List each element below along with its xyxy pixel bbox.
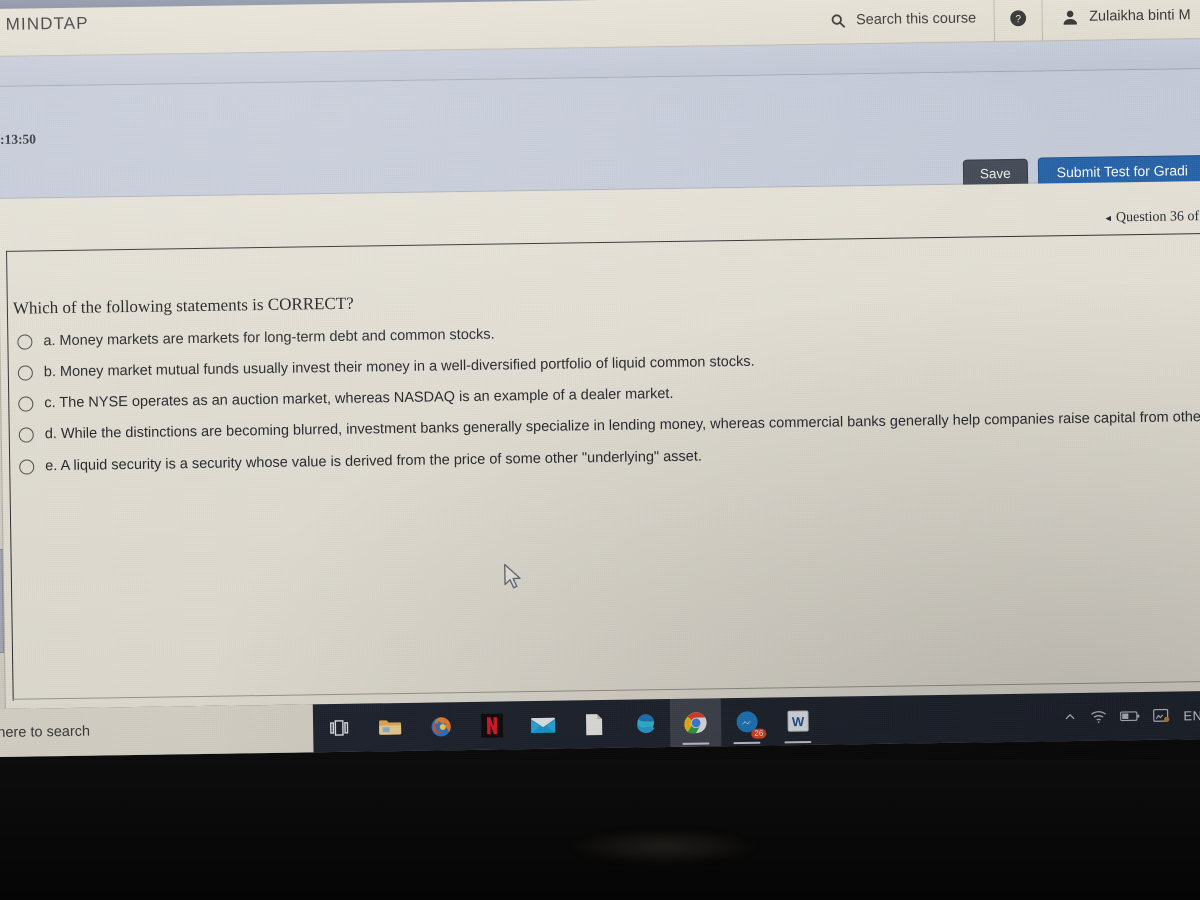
radio-button-a[interactable] [17, 334, 33, 350]
file-explorer-button[interactable] [364, 703, 416, 752]
file-explorer-icon [377, 717, 401, 737]
answer-choice-b-text: b. Money market mutual funds usually inv… [43, 353, 755, 381]
show-hidden-icons-chevron-up-icon[interactable] [1063, 710, 1077, 724]
assignment-header-band: ian 1 aining: 1:13:50 Save Submit Test f… [0, 68, 1200, 200]
messenger-badge: 26 [751, 728, 767, 739]
wifi-icon[interactable] [1090, 710, 1107, 724]
scrollbar-thumb[interactable] [0, 548, 4, 654]
question-content-area: ◂ Question 36 of 5 Which of the following… [0, 180, 1200, 730]
radio-button-d[interactable] [18, 427, 34, 444]
mindtap-logo-text: MINDTAP [5, 13, 89, 34]
answer-choice-d[interactable]: d. While the distinctions are becoming b… [18, 408, 1200, 444]
user-avatar-icon [1061, 7, 1080, 26]
answer-choice-e[interactable]: e. A liquid security is a security whose… [19, 439, 1200, 475]
taskbar-search-box[interactable]: pe here to search [0, 704, 314, 758]
word-button[interactable]: W [772, 697, 824, 746]
chrome-button[interactable] [669, 698, 722, 748]
answer-choice-c[interactable]: c. The NYSE operates as an auction marke… [18, 377, 1200, 413]
system-tray: ENG [1063, 691, 1200, 741]
firefox-icon [428, 714, 452, 738]
taskbar-search-placeholder: pe here to search [0, 723, 91, 742]
search-this-course-label: Search this course [855, 10, 977, 29]
mindtap-logo-area[interactable]: MINDTAP [0, 14, 89, 35]
messenger-button[interactable]: 26 [721, 698, 773, 747]
svg-text:W: W [791, 714, 804, 729]
help-circle-icon: ? [1009, 8, 1028, 27]
time-remaining-value: 1:13:50 [0, 131, 37, 148]
answer-choice-a-text: a. Money markets are markets for long-te… [43, 326, 495, 350]
edge-button[interactable] [619, 699, 671, 748]
radio-button-c[interactable] [18, 396, 34, 412]
mail-button[interactable] [517, 701, 569, 750]
action-center-icon[interactable] [1153, 708, 1170, 723]
battery-icon[interactable] [1120, 710, 1140, 722]
radio-button-e[interactable] [19, 458, 35, 475]
question-navigation[interactable]: ◂ Question 36 of 5 [1105, 209, 1200, 227]
svg-text:?: ? [1016, 14, 1022, 25]
user-name-label: Zulaikha binti M [1089, 7, 1191, 25]
firefox-button[interactable] [415, 702, 467, 751]
search-icon [830, 12, 847, 29]
time-remaining: aining: 1:13:50 [0, 131, 36, 148]
answer-choices: a. Money markets are markets for long-te… [17, 315, 1200, 475]
screen: t-edu 2152055& MINDTAP Search this cours… [0, 0, 1200, 784]
user-account-button[interactable]: Zulaikha binti M [1041, 0, 1200, 42]
search-this-course-button[interactable]: Search this course [812, 0, 995, 45]
help-button[interactable]: ? [993, 0, 1043, 43]
answer-choice-c-text: c. The NYSE operates as an auction marke… [44, 386, 674, 412]
taskbar-pinned-apps: 26 W [313, 697, 824, 753]
document-button[interactable] [568, 700, 620, 749]
mindtap-toolbar: Search this course ? Zulaikha binti M [812, 0, 1200, 45]
question-stem: Which of the following statements is COR… [12, 293, 354, 318]
monitor-photo: t-edu 2152055& MINDTAP Search this cours… [0, 0, 1200, 900]
answer-choice-b[interactable]: b. Money market mutual funds usually inv… [17, 346, 1200, 382]
chrome-icon [683, 710, 707, 734]
answer-choice-a[interactable]: a. Money markets are markets for long-te… [17, 315, 1200, 351]
question-counter-label: Question 36 of 5 [1115, 209, 1200, 226]
mail-icon [529, 715, 555, 735]
netflix-icon [480, 713, 503, 738]
question-block: Which of the following statements is COR… [6, 233, 1200, 489]
word-icon: W [786, 710, 809, 732]
radio-button-b[interactable] [17, 365, 33, 381]
answer-choice-e-text: e. A liquid security is a security whose… [45, 448, 702, 474]
bezel-reflection [560, 828, 790, 870]
answer-choice-d-text: d. While the distinctions are becoming b… [44, 408, 1200, 443]
task-view-icon [329, 718, 349, 738]
netflix-button[interactable] [466, 701, 518, 750]
task-view-button[interactable] [313, 704, 365, 753]
edge-icon [632, 711, 656, 735]
previous-question-icon[interactable]: ◂ [1105, 212, 1111, 224]
language-indicator[interactable]: ENG [1183, 707, 1200, 722]
document-icon [584, 713, 602, 736]
